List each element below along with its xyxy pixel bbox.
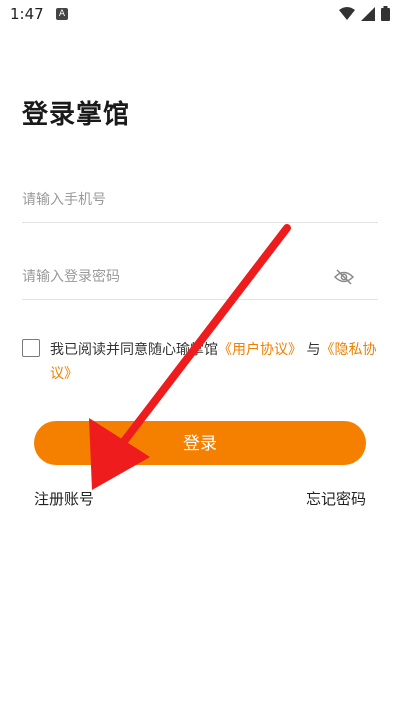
status-bar: 1:47 A bbox=[0, 0, 400, 28]
eye-off-icon[interactable] bbox=[334, 269, 354, 285]
password-input[interactable] bbox=[22, 259, 322, 295]
phone-input[interactable] bbox=[22, 182, 322, 218]
register-link[interactable]: 注册账号 bbox=[34, 488, 94, 509]
page-title: 登录掌馆 bbox=[22, 100, 131, 130]
status-time: 1:47 bbox=[10, 5, 44, 23]
forgot-password-link[interactable]: 忘记密码 bbox=[306, 488, 366, 509]
agreement-checkbox[interactable] bbox=[22, 339, 40, 357]
battery-icon bbox=[381, 6, 390, 21]
password-field[interactable] bbox=[22, 259, 378, 300]
agreement-and: 与 bbox=[306, 342, 321, 358]
user-agreement-link[interactable]: 《用户协议》 bbox=[218, 342, 302, 358]
agreement-prefix: 我已阅读并同意随心瑜掌馆 bbox=[50, 342, 218, 358]
status-icons bbox=[339, 6, 390, 21]
signal-icon bbox=[361, 6, 375, 21]
wifi-icon bbox=[339, 6, 355, 20]
login-button[interactable]: 登录 bbox=[34, 421, 366, 465]
agreement-text: 我已阅读并同意随心瑜掌馆《用户协议》 与《隐私协议》 bbox=[50, 338, 380, 386]
notification-icon: A bbox=[56, 8, 68, 20]
phone-field[interactable] bbox=[22, 182, 378, 223]
